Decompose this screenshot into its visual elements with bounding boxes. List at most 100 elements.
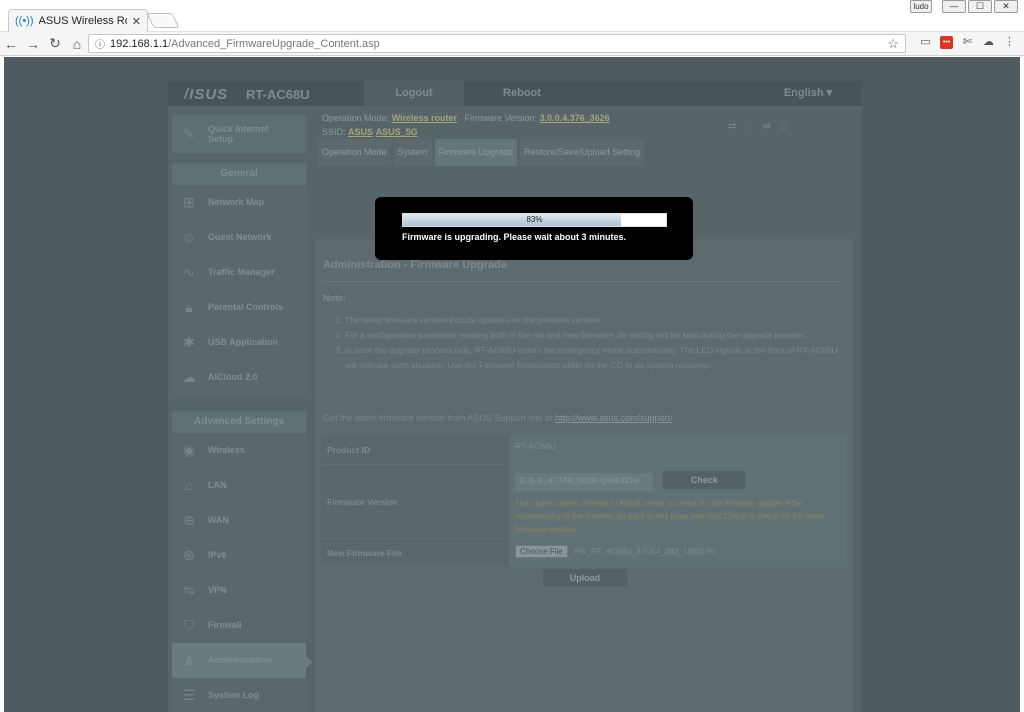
active-item-arrow: [306, 656, 312, 668]
table-row: New Firmware File Choose File FW_RT_AC68…: [321, 539, 847, 567]
info-icon[interactable]: ⓘ: [95, 36, 105, 51]
sidebar-item-wireless[interactable]: ◉ Wireless: [172, 433, 306, 468]
progress-text: 83%: [526, 215, 543, 224]
sidebar-item-network-map[interactable]: ⊞ Network Map: [172, 185, 306, 220]
sidebar-item-parental-controls[interactable]: 🔒︎ Parental Controls: [172, 290, 306, 325]
firmware-upgrade-content: Administration - Firmware Upgrade Note: …: [315, 239, 853, 712]
general-section: General ⊞ Network Map ☺ Guest Network ∿ …: [172, 163, 306, 395]
router-info: Operation Mode: Wireless router Firmware…: [322, 111, 610, 139]
sidebar-label: AiCloud 2.0: [208, 372, 258, 382]
sidebar-label: Network Map: [208, 197, 265, 207]
wifi-status-icon[interactable]: ◌: [746, 121, 762, 132]
op-mode-label: Operation Mode:: [322, 113, 390, 123]
sidebar-item-firewall[interactable]: ⛉ Firewall: [172, 608, 306, 643]
user-profile-button[interactable]: ludo: [910, 0, 932, 13]
quick-internet-setup[interactable]: ✎ Quick Internet Setup: [172, 115, 306, 153]
wand-icon: ✎: [183, 126, 195, 142]
tab-close-icon[interactable]: ✕: [132, 15, 141, 28]
tab-restore-save-upload[interactable]: Restore/Save/Upload Setting: [520, 139, 645, 166]
sidebar-item-usb-application[interactable]: ✱ USB Application: [172, 325, 306, 360]
sidebar-item-aicloud[interactable]: ☁ AiCloud 2.0: [172, 360, 306, 395]
table-row: Firmware Version 3.0.0.4.376_3626-g9a832…: [321, 465, 847, 539]
url-path: /Advanced_FirmwareUpgrade_Content.asp: [168, 37, 380, 50]
check-warning: The router cannot connect to ASUS server…: [515, 499, 825, 534]
cast-icon[interactable]: ▭: [919, 36, 932, 49]
sidebar-label: Guest Network: [208, 232, 272, 242]
usb-status-icon[interactable]: ⇌: [762, 121, 780, 132]
sidebar-label: Parental Controls: [208, 302, 284, 312]
page-title: Administration - Firmware Upgrade: [323, 259, 507, 271]
fw-version-label: Firmware Version:: [464, 113, 538, 123]
sidebar-label: IPv6: [208, 550, 227, 560]
advanced-section: Advanced Settings ◉ Wireless ⌂ LAN ⊕ WAN…: [172, 411, 306, 712]
fw-version-row-label: Firmware Version: [321, 465, 509, 538]
op-mode-link[interactable]: Wireless router: [392, 113, 457, 123]
extension-tool-icon[interactable]: ✄: [961, 36, 974, 49]
printer-status-icon[interactable]: □: [781, 121, 797, 132]
support-label: Get the latest firmware version from ASU…: [323, 413, 553, 423]
forward-icon[interactable]: →: [22, 36, 44, 52]
sidebar-item-system-log[interactable]: ☰ System Log: [172, 678, 306, 712]
wifi-icon: ((•)): [15, 15, 34, 27]
new-fw-label: New Firmware File: [321, 539, 509, 566]
close-window-button[interactable]: ✕: [994, 0, 1018, 13]
home-icon[interactable]: ⌂: [66, 36, 88, 52]
bookmark-star-icon[interactable]: ☆: [887, 36, 899, 52]
sidebar-item-wan[interactable]: ⊕ WAN: [172, 503, 306, 538]
address-bar[interactable]: ⓘ 192.168.1.1/Advanced_FirmwareUpgrade_C…: [88, 34, 906, 53]
status-icons: ⇄◌⇌□: [728, 121, 797, 132]
back-icon[interactable]: ←: [0, 36, 22, 52]
fw-version-cell: 3.0.0.4.376_3626-g9a8323e Check The rout…: [509, 465, 847, 538]
browser-toolbar: ← → ↻ ⌂ ⓘ 192.168.1.1/Advanced_FirmwareU…: [0, 32, 1024, 56]
quick-setup-label: Quick Internet Setup: [208, 124, 269, 144]
sidebar-item-ipv6[interactable]: ⊛ IPv6: [172, 538, 306, 573]
page-overlay: /ISUS RT-AC68U Logout Reboot English ▾ O…: [4, 57, 1020, 712]
upgrade-message: Firmware is upgrading. Please wait about…: [402, 232, 627, 242]
table-row: Product ID RT-AC68U: [321, 435, 847, 465]
sidebar-label: Traffic Manager: [208, 267, 275, 277]
tab-firmware-upgrade[interactable]: Firmware Upgrade: [434, 139, 518, 166]
ssid-2g: ASUS: [348, 127, 374, 137]
sidebar-label: System Log: [208, 690, 260, 700]
sidebar-item-administration[interactable]: ♟ Administration: [172, 643, 306, 678]
ssid-label: SSID:: [322, 127, 346, 137]
note-item: For a configuration parameter existing b…: [345, 328, 841, 343]
sidebar-item-traffic-manager[interactable]: ∿ Traffic Manager: [172, 255, 306, 290]
cloud-icon[interactable]: ☁: [982, 36, 995, 49]
tab-system[interactable]: System: [393, 139, 432, 166]
asus-logo: /ISUS: [184, 86, 229, 103]
sidebar-label: Administration: [208, 655, 272, 665]
logout-button[interactable]: Logout: [364, 81, 464, 106]
minimize-button[interactable]: —: [942, 0, 966, 13]
ssid-5g: ASUS_5G: [375, 127, 418, 137]
tab-operation-mode[interactable]: Operation Mode: [318, 139, 391, 166]
maximize-button[interactable]: ☐: [968, 0, 992, 13]
sidebar-item-guest-network[interactable]: ☺ Guest Network: [172, 220, 306, 255]
browser-tab[interactable]: ((•)) ASUS Wireless Router RT ✕: [8, 9, 148, 32]
support-link[interactable]: http://www.asus.com/support/: [555, 413, 673, 423]
router-admin-panel: /ISUS RT-AC68U Logout Reboot English ▾ O…: [168, 81, 862, 712]
router-model: RT-AC68U: [246, 87, 310, 102]
ipv6-globe-icon: ⊛: [183, 547, 195, 563]
person-icon: ♟: [182, 652, 196, 668]
sidebar-item-lan[interactable]: ⌂ LAN: [172, 468, 306, 503]
choose-file-button[interactable]: Choose File: [515, 545, 568, 558]
reboot-button[interactable]: Reboot: [468, 81, 576, 106]
sidebar-item-vpn[interactable]: ⇋ VPN: [172, 573, 306, 608]
network-map-icon: ⊞: [183, 194, 195, 210]
fw-version-link[interactable]: 3.0.0.4.376_3626: [540, 113, 610, 123]
network-status-icon[interactable]: ⇄: [728, 121, 746, 132]
upload-button[interactable]: Upload: [543, 569, 627, 587]
reload-icon[interactable]: ↻: [44, 35, 66, 52]
new-tab-button[interactable]: [146, 13, 180, 28]
sidebar-label: LAN: [208, 480, 227, 490]
note-item: The latest firmware version include upda…: [345, 313, 841, 328]
upgrade-progress-dialog: 83% Firmware is upgrading. Please wait a…: [375, 197, 693, 260]
fw-version-field: 3.0.0.4.376_3626-g9a8323e: [515, 473, 653, 491]
wireless-icon: ◉: [182, 442, 196, 458]
check-button[interactable]: Check: [663, 471, 746, 489]
traffic-manager-icon: ∿: [183, 264, 195, 280]
extension-red-icon[interactable]: •••: [940, 36, 953, 49]
menu-icon[interactable]: ⋮: [1003, 36, 1016, 49]
language-select[interactable]: English ▾: [758, 81, 858, 106]
